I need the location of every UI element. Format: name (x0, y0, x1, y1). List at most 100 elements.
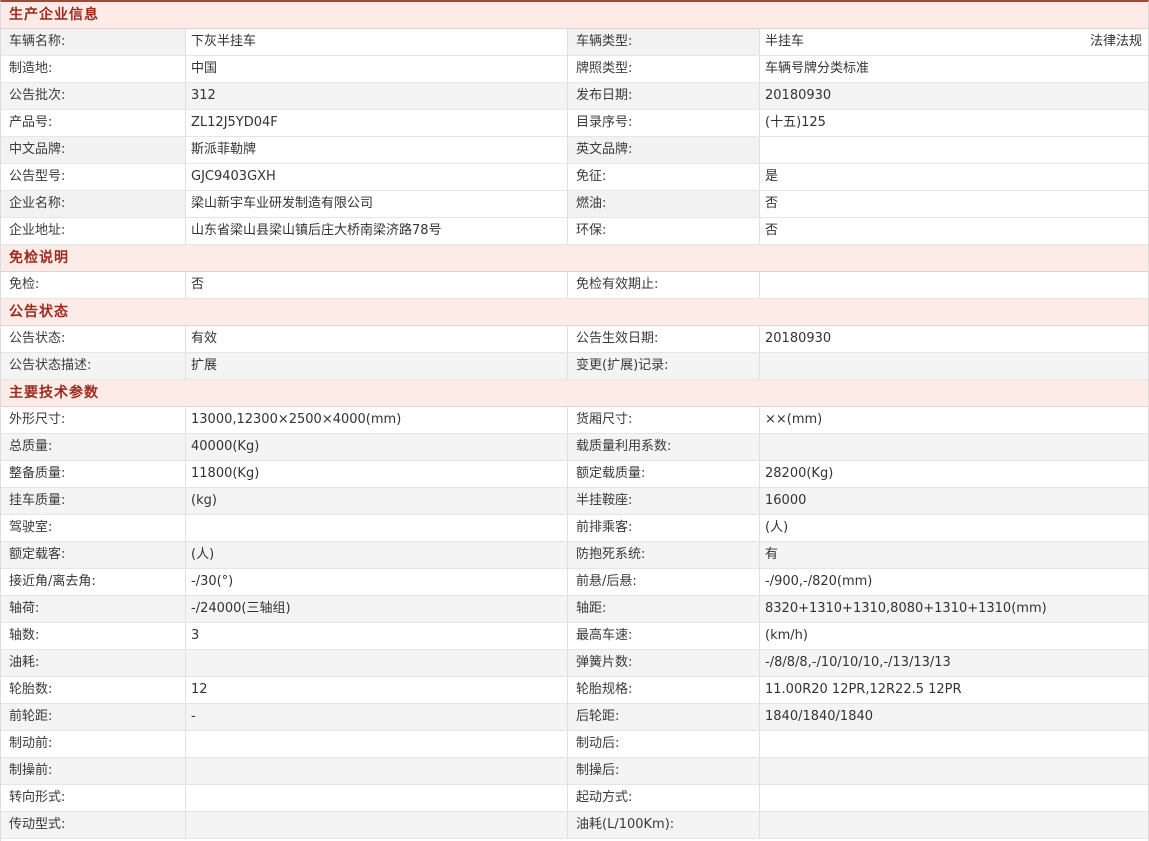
field-label: 产品号: (1, 110, 186, 136)
section-title: 公告状态 (9, 304, 69, 320)
section-header: 生产企业信息 (1, 2, 1148, 29)
field-value: - (186, 704, 568, 730)
field-value (186, 731, 568, 757)
field-value-cell: 车辆号牌分类标准 (760, 56, 1148, 82)
table-row: 中文品牌: 斯派菲勒牌 英文品牌: (1, 137, 1148, 164)
field-value: 40000(Kg) (186, 434, 568, 460)
table-row: 企业地址: 山东省梁山县梁山镇后庄大桥南梁济路78号 环保: 否 (1, 218, 1148, 245)
field-value-cell: 28200(Kg) (760, 461, 1148, 487)
sections-container: 生产企业信息 车辆名称: 下灰半挂车 车辆类型: 半挂车 法律法规 制造地: 中… (1, 2, 1148, 839)
field-label: 公告生效日期: (568, 326, 760, 352)
field-label: 变更(扩展)记录: (568, 353, 760, 379)
field-value-cell: -/8/8/8,-/10/10/10,-/13/13/13 (760, 650, 1148, 676)
field-value: 3 (186, 623, 568, 649)
field-value: GJC9403GXH (186, 164, 568, 190)
field-value: 车辆号牌分类标准 (765, 56, 869, 82)
field-label: 前悬/后悬: (568, 569, 760, 595)
field-label: 免检有效期止: (568, 272, 760, 298)
field-value (186, 785, 568, 811)
field-value: 11.00R20 12PR,12R22.5 12PR (765, 677, 962, 703)
field-value-cell (760, 272, 1148, 298)
field-label: 车辆类型: (568, 29, 760, 55)
field-value-cell: 16000 (760, 488, 1148, 514)
table-row: 整备质量: 11800(Kg) 额定载质量: 28200(Kg) (1, 461, 1148, 488)
table-row: 轮胎数: 12 轮胎规格: 11.00R20 12PR,12R22.5 12PR (1, 677, 1148, 704)
field-label: 免检: (1, 272, 186, 298)
table-row: 挂车质量: (kg) 半挂鞍座: 16000 (1, 488, 1148, 515)
table-row: 外形尺寸: 13000,12300×2500×4000(mm) 货厢尺寸: ××… (1, 407, 1148, 434)
field-label: 轮胎数: (1, 677, 186, 703)
field-value-cell: 20180930 (760, 83, 1148, 109)
field-label: 制动后: (568, 731, 760, 757)
section-header: 免检说明 (1, 245, 1148, 272)
field-label: 额定载质量: (568, 461, 760, 487)
field-value-cell: 半挂车 法律法规 (760, 29, 1148, 55)
field-value-cell (760, 353, 1148, 379)
field-value: -/8/8/8,-/10/10/10,-/13/13/13 (765, 650, 951, 676)
field-value: -/30(°) (186, 569, 568, 595)
field-value-cell: 11.00R20 12PR,12R22.5 12PR (760, 677, 1148, 703)
field-value (186, 650, 568, 676)
field-value: 斯派菲勒牌 (186, 137, 568, 163)
field-label: 车辆名称: (1, 29, 186, 55)
section-rows: 外形尺寸: 13000,12300×2500×4000(mm) 货厢尺寸: ××… (1, 407, 1148, 839)
table-row: 产品号: ZL12J5YD04F 目录序号: (十五)125 (1, 110, 1148, 137)
table-row: 前轮距: - 后轮距: 1840/1840/1840 (1, 704, 1148, 731)
field-value-cell (760, 758, 1148, 784)
section-header: 主要技术参数 (1, 380, 1148, 407)
section: 生产企业信息 车辆名称: 下灰半挂车 车辆类型: 半挂车 法律法规 制造地: 中… (1, 2, 1148, 245)
field-label: 燃油: (568, 191, 760, 217)
table-row: 传动型式: 油耗(L/100Km): (1, 812, 1148, 839)
field-label: 公告状态描述: (1, 353, 186, 379)
section: 主要技术参数 外形尺寸: 13000,12300×2500×4000(mm) 货… (1, 380, 1148, 839)
field-value: 有效 (186, 326, 568, 352)
field-label: 公告状态: (1, 326, 186, 352)
field-value-cell: 有 (760, 542, 1148, 568)
field-label: 弹簧片数: (568, 650, 760, 676)
field-label: 轴荷: (1, 596, 186, 622)
field-value: 16000 (765, 488, 806, 514)
field-value-cell (760, 731, 1148, 757)
section-rows: 公告状态: 有效 公告生效日期: 20180930 公告状态描述: 扩展 变更(… (1, 326, 1148, 380)
legal-regulations-link[interactable]: 法律法规 (1090, 29, 1142, 55)
field-label: 免征: (568, 164, 760, 190)
field-value-cell: (km/h) (760, 623, 1148, 649)
field-label: 制动前: (1, 731, 186, 757)
field-label: 外形尺寸: (1, 407, 186, 433)
field-label: 后轮距: (568, 704, 760, 730)
field-value: 否 (765, 218, 778, 244)
table-row: 制造地: 中国 牌照类型: 车辆号牌分类标准 (1, 56, 1148, 83)
section-rows: 车辆名称: 下灰半挂车 车辆类型: 半挂车 法律法规 制造地: 中国 牌照类型:… (1, 29, 1148, 245)
field-value-cell (760, 812, 1148, 838)
field-label: 防抱死系统: (568, 542, 760, 568)
field-label: 牌照类型: (568, 56, 760, 82)
field-label: 轴数: (1, 623, 186, 649)
field-value-cell: -/900,-/820(mm) (760, 569, 1148, 595)
field-value: 半挂车 (765, 29, 804, 55)
field-value: ZL12J5YD04F (186, 110, 568, 136)
field-value: 8320+1310+1310,8080+1310+1310(mm) (765, 596, 1047, 622)
table-row: 车辆名称: 下灰半挂车 车辆类型: 半挂车 法律法规 (1, 29, 1148, 56)
field-value-cell: 1840/1840/1840 (760, 704, 1148, 730)
field-value: -/24000(三轴组) (186, 596, 568, 622)
field-value-cell: ××(mm) (760, 407, 1148, 433)
section-title: 生产企业信息 (9, 7, 99, 23)
field-value-cell: 8320+1310+1310,8080+1310+1310(mm) (760, 596, 1148, 622)
field-label: 公告批次: (1, 83, 186, 109)
field-value: 12 (186, 677, 568, 703)
field-label: 货厢尺寸: (568, 407, 760, 433)
table-row: 接近角/离去角: -/30(°) 前悬/后悬: -/900,-/820(mm) (1, 569, 1148, 596)
table-row: 免检: 否 免检有效期止: (1, 272, 1148, 299)
field-value (186, 812, 568, 838)
table-row: 企业名称: 梁山新宇车业研发制造有限公司 燃油: 否 (1, 191, 1148, 218)
table-row: 油耗: 弹簧片数: -/8/8/8,-/10/10/10,-/13/13/13 (1, 650, 1148, 677)
table-row: 制动前: 制动后: (1, 731, 1148, 758)
table-row: 公告批次: 312 发布日期: 20180930 (1, 83, 1148, 110)
field-value: 312 (186, 83, 568, 109)
table-row: 制操前: 制操后: (1, 758, 1148, 785)
field-label: 目录序号: (568, 110, 760, 136)
field-value-cell: 否 (760, 191, 1148, 217)
field-label: 制操后: (568, 758, 760, 784)
field-value: 中国 (186, 56, 568, 82)
field-value-cell (760, 137, 1148, 163)
